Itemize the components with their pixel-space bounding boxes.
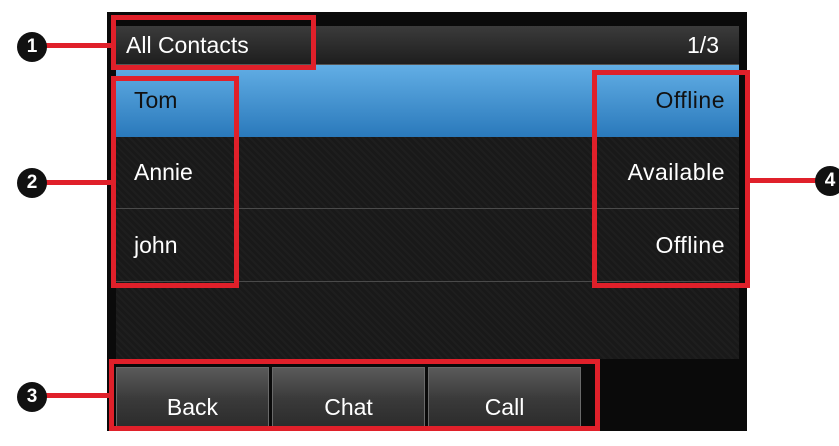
- annotation-line-3: [44, 393, 110, 398]
- annotation-line-2: [44, 180, 112, 185]
- annotation-box-1: [111, 15, 316, 70]
- annotation-box-2: [111, 76, 239, 288]
- annotation-badge-1: 1: [17, 32, 47, 62]
- annotation-line-1: [44, 43, 112, 48]
- annotation-badge-4: 4: [815, 166, 839, 196]
- annotation-badge-2: 2: [17, 168, 47, 198]
- annotation-box-4: [592, 70, 750, 288]
- annotation-line-4: [749, 178, 817, 183]
- annotation-box-3: [109, 359, 600, 431]
- page-indicator: 1/3: [687, 32, 719, 58]
- annotation-badge-3: 3: [17, 382, 47, 412]
